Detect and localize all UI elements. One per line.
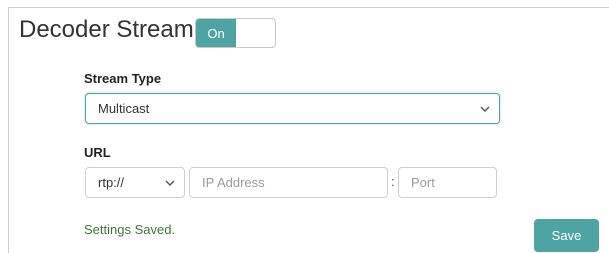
port-placeholder: Port: [411, 175, 435, 190]
ip-address-placeholder: IP Address: [202, 175, 265, 190]
page-title: Decoder Stream: [19, 16, 194, 43]
ip-address-input[interactable]: IP Address: [189, 167, 388, 198]
decoder-stream-toggle[interactable]: On: [195, 18, 276, 48]
chevron-down-icon: [165, 180, 175, 186]
protocol-value: rtp://: [98, 175, 125, 190]
port-input[interactable]: Port: [398, 167, 497, 198]
status-message: Settings Saved.: [84, 222, 176, 237]
chevron-down-icon: [480, 106, 490, 112]
toggle-on-label: On: [196, 19, 236, 47]
decoder-stream-panel: Decoder Stream On Stream Type Multicast …: [8, 7, 609, 253]
url-label: URL: [84, 145, 111, 160]
protocol-select[interactable]: rtp://: [85, 167, 185, 198]
ip-port-separator: :: [391, 174, 395, 189]
stream-type-select[interactable]: Multicast: [85, 93, 500, 124]
save-button[interactable]: Save: [534, 219, 599, 252]
stream-type-label: Stream Type: [84, 71, 162, 86]
stream-type-value: Multicast: [98, 101, 150, 116]
